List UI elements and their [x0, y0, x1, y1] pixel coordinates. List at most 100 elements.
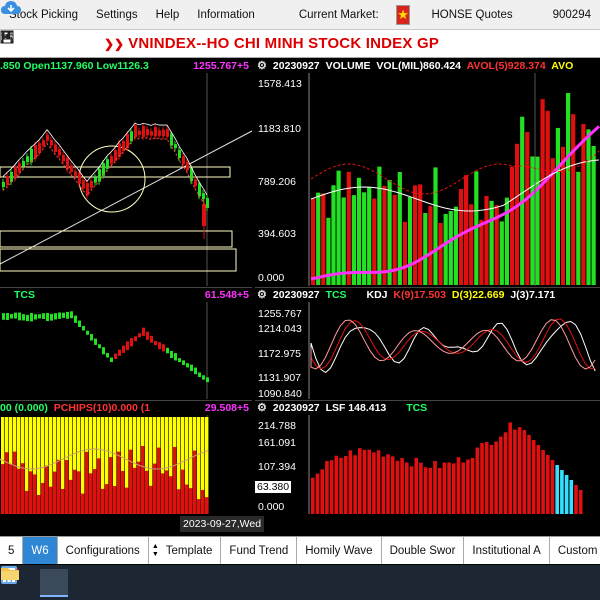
- tab-w6[interactable]: W6: [23, 537, 58, 564]
- menu-help[interactable]: Help: [147, 9, 189, 21]
- lsf-bar: [489, 444, 494, 514]
- spinner-down-icon[interactable]: ▼: [152, 551, 159, 559]
- file-explorer-icon[interactable]: [1, 568, 102, 597]
- tcs-candle: [14, 312, 17, 319]
- pchips-bar: [73, 469, 77, 514]
- volume-bar: [489, 200, 494, 285]
- pchips-bar: [137, 461, 141, 514]
- price-chart-panel[interactable]: .850 Open1137.960 Low1126.3 1255.767+5: [0, 59, 252, 286]
- pchips-bar: [93, 469, 97, 514]
- volume-bar: [387, 179, 392, 285]
- volume-chart-panel[interactable]: ⚙ 20230927 VOLUME VOL(MIL)860.424 AVOL(5…: [255, 59, 600, 286]
- volume-bar: [509, 166, 515, 285]
- tab-double-sword[interactable]: Double Swor: [381, 537, 465, 564]
- collapse-chevron-icon[interactable]: ❯❯: [104, 37, 124, 51]
- lsf-bar: [428, 467, 433, 514]
- volume-bar: [591, 145, 596, 285]
- tab-custom[interactable]: Custom: [549, 537, 600, 564]
- lsf-bar: [315, 473, 320, 514]
- lsf-bar: [376, 450, 381, 514]
- minus-icon[interactable]: [0, 30, 60, 52]
- tab-fund-trend[interactable]: Fund Trend: [221, 537, 298, 564]
- lsf-bar: [466, 459, 470, 514]
- lsf-bar: [423, 467, 428, 514]
- volume-bar: [336, 170, 341, 285]
- image-icon[interactable]: [0, 31, 80, 52]
- tcs-panel[interactable]: TCS 61.548+5: [0, 287, 252, 399]
- tcs-candle: [206, 377, 209, 383]
- chart-title: VNINDEX--HO CHI MINH STOCK INDEX GP: [128, 35, 440, 52]
- candle: [50, 139, 53, 146]
- menu-information[interactable]: Information: [188, 9, 264, 21]
- tcs-candle: [82, 326, 85, 331]
- kdj-line: [310, 318, 596, 370]
- volume-bar: [407, 196, 413, 285]
- pchips-bar: [125, 487, 129, 514]
- lsf-panel[interactable]: ⚙ 20230927 LSF 148.413 TCS 214.788 161.0…: [255, 400, 600, 514]
- candle: [2, 181, 5, 188]
- kdj-panel[interactable]: ⚙ 20230927 TCS KDJ K(9)17.503 D(3)22.669…: [255, 287, 600, 399]
- tab-homily-wave[interactable]: Homily Wave: [297, 537, 382, 564]
- lsf-bar: [550, 460, 555, 514]
- lsf-bar: [508, 422, 512, 514]
- lsf-bar: [456, 457, 461, 514]
- tab-institutional[interactable]: Institutional A: [464, 537, 550, 564]
- candle: [70, 165, 73, 172]
- cloud-icon[interactable]: [1, 1, 290, 23]
- tcs-candle: [142, 327, 145, 336]
- spinner-up-icon[interactable]: ▲: [152, 543, 159, 551]
- kdj-lines: [308, 302, 596, 399]
- tcs-candle: [150, 335, 153, 343]
- volume-bar: [555, 127, 560, 285]
- tab-5[interactable]: 5: [0, 537, 24, 564]
- tcs-candle: [26, 314, 29, 322]
- lsf-bar: [395, 460, 400, 514]
- tab-template[interactable]: Template: [161, 537, 222, 564]
- pchips-bar: [129, 449, 133, 514]
- pchips-bar: [45, 465, 49, 514]
- volume-bar: [428, 206, 433, 285]
- market-name[interactable]: HONSE Quotes: [422, 9, 521, 21]
- tcs-candle: [78, 320, 81, 327]
- lsf-bar: [437, 467, 442, 514]
- lsf-bar: [311, 477, 315, 514]
- candle: [198, 183, 201, 197]
- tcs-candle: [54, 313, 57, 320]
- vietnam-flag-icon[interactable]: ★: [395, 4, 411, 25]
- tcs-candle: [22, 314, 25, 321]
- lsf-bar: [386, 454, 390, 514]
- lsf-bar: [372, 452, 376, 514]
- pchips-bar: [173, 446, 177, 514]
- volume-bar: [479, 219, 484, 285]
- print-icon[interactable]: [0, 30, 100, 52]
- menu-settings[interactable]: Settings: [87, 9, 147, 21]
- lsf-bar: [484, 441, 489, 514]
- candle: [166, 129, 169, 137]
- pchips-bar: [189, 488, 193, 514]
- volume-bar: [443, 213, 448, 285]
- stock-app-icon[interactable]: [2, 568, 68, 597]
- lsf-bar: [522, 430, 527, 514]
- lsf-bar: [531, 440, 536, 514]
- volume-bar: [515, 143, 520, 285]
- tab-configurations[interactable]: Configurations: [57, 537, 149, 564]
- volume-bar: [316, 192, 321, 285]
- volume-bar: [525, 132, 530, 285]
- add-icon[interactable]: [0, 30, 40, 52]
- tcs-candle: [42, 313, 45, 319]
- volume-bar: [311, 198, 316, 285]
- pchips-bar: [113, 486, 117, 514]
- volume-bar: [560, 146, 566, 285]
- pchips-panel[interactable]: 00 (0.000) PCHIPS(10)0.000 (1 29.508+5: [0, 400, 252, 514]
- volume-bar: [402, 221, 407, 285]
- tab-spinner[interactable]: ▲ ▼: [149, 537, 162, 564]
- candle: [30, 148, 33, 163]
- tcs-candle: [58, 312, 61, 319]
- lsf-bar: [564, 475, 569, 514]
- volume-bar: [413, 185, 418, 285]
- pchips-bar: [13, 451, 17, 514]
- candle: [38, 143, 41, 153]
- lsf-bar: [358, 448, 362, 514]
- price-candles: [0, 73, 252, 286]
- lsf-bar: [574, 485, 578, 514]
